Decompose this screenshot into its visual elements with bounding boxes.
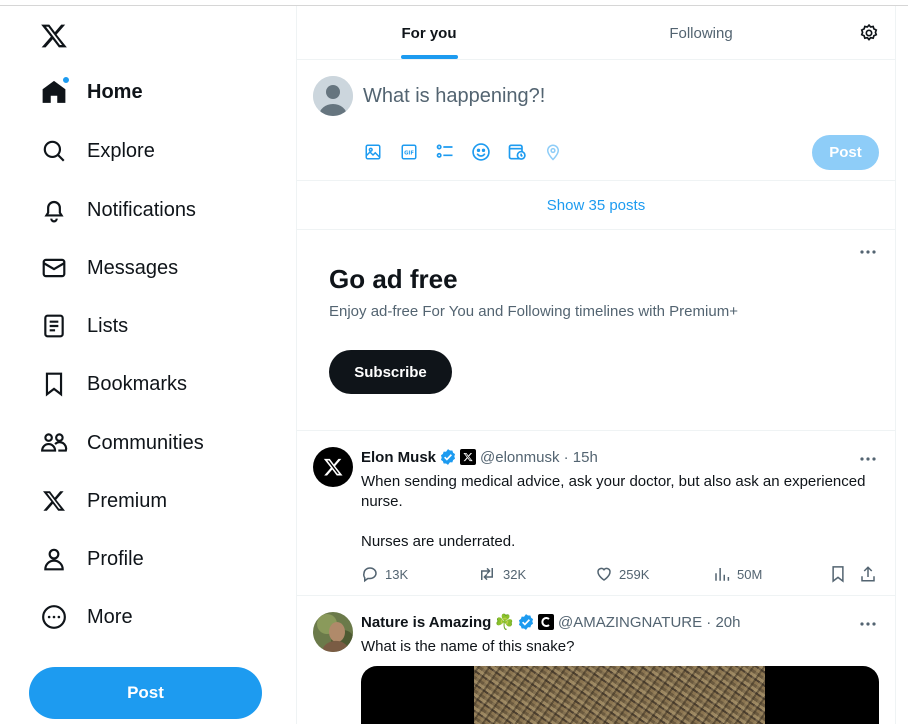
compose-input[interactable]: What is happening?! [363,85,545,108]
home-icon [40,76,70,106]
sidebar-item-label: Home [87,80,143,103]
schedule-icon[interactable] [507,142,527,162]
verified-badge-icon [517,613,535,631]
sidebar: Home Explore Notifications Messages List… [0,6,296,724]
affiliate-badge-icon [538,614,554,630]
gear-icon[interactable] [859,23,879,43]
timeline-tabs: For you Following [297,6,895,60]
list-icon [40,312,68,340]
avatar[interactable] [313,612,353,652]
bell-icon [40,196,68,224]
compose-toolbar: GIF [363,142,579,162]
tweet-header: Elon Musk @elonmusk · 15h [361,448,598,466]
more-options-icon[interactable] [859,242,877,260]
author-handle: @elonmusk · 15h [480,448,598,466]
tab-following[interactable]: Following [561,6,841,60]
compose-post-button[interactable]: Post [812,135,879,170]
gif-icon[interactable]: GIF [399,142,419,162]
repost-count: 32K [503,566,527,582]
tweet-video[interactable] [361,666,879,724]
sidebar-item-messages[interactable]: Messages [40,248,178,288]
snake-image [474,666,765,724]
sidebar-item-lists[interactable]: Lists [40,306,128,346]
view-count: 50M [737,566,763,582]
people-icon [40,429,68,457]
shamrock-emoji: ☘️ [495,614,514,631]
timeline: For you Following What is happening?! GI… [296,6,896,724]
tweet-header: Nature is Amazing ☘️ @AMAZINGNATURE · 20… [361,613,741,632]
sidebar-item-communities[interactable]: Communities [40,423,204,463]
sidebar-item-label: Messages [87,256,179,279]
sidebar-item-more[interactable]: More [40,597,133,637]
tweet-text-line: When sending medical advice, ask your do… [361,473,866,490]
more-options-icon[interactable] [859,449,877,467]
avatar[interactable] [313,447,353,487]
bookmark-icon [832,566,844,583]
sidebar-item-label: Notifications [87,198,196,221]
repost-button[interactable]: 32K [477,565,526,583]
sidebar-item-label: Bookmarks [87,372,188,395]
premium-ad-card: Go ad free Enjoy ad-free For You and Fol… [297,230,895,431]
bookmark-icon [40,370,68,398]
repost-icon [481,567,493,581]
post-button[interactable]: Post [29,667,262,719]
tweet[interactable]: Elon Musk @elonmusk · 15h When sending m… [297,431,895,596]
svg-text:GIF: GIF [404,151,414,157]
sidebar-item-bookmarks[interactable]: Bookmarks [40,364,187,404]
tweet-text-line: nurse. [361,493,403,510]
author-handle: @AMAZINGNATURE · 20h [558,613,741,631]
tweet[interactable]: Nature is Amazing ☘️ @AMAZINGNATURE · 20… [297,596,895,724]
affiliate-badge-icon [460,449,477,465]
sidebar-item-home[interactable]: Home [40,72,143,112]
compose-box: What is happening?! GIF Post [297,61,895,181]
location-icon[interactable] [543,142,563,162]
sidebar-item-notifications[interactable]: Notifications [40,190,196,230]
share-icon [861,566,875,582]
more-options-icon[interactable] [859,614,877,632]
sidebar-item-label: More [87,605,133,628]
sidebar-item-label: Premium [87,489,168,512]
sidebar-item-profile[interactable]: Profile [40,539,144,579]
sidebar-item-label: Explore [87,139,155,162]
sidebar-item-label: Communities [87,431,204,454]
x-logo-icon[interactable] [40,22,70,52]
views-icon [715,568,730,581]
tweet-text: When sending medical advice, ask your do… [361,472,881,552]
like-button[interactable]: 259K [595,565,649,583]
reply-count: 13K [385,566,409,582]
heart-icon [597,567,611,581]
notification-dot [62,76,70,84]
reply-icon [363,567,377,583]
tweet-text: What is the name of this snake? [361,638,575,655]
sidebar-item-premium[interactable]: Premium [40,481,167,521]
active-tab-indicator [401,55,458,59]
x-logo-icon [40,487,68,515]
envelope-icon [40,254,68,282]
show-new-posts-link[interactable]: Show 35 posts [297,181,895,230]
ad-subtitle: Enjoy ad-free For You and Following time… [329,303,738,320]
like-count: 259K [619,566,650,582]
subscribe-button[interactable]: Subscribe [329,350,452,394]
reply-button[interactable]: 13K [361,565,408,583]
emoji-icon[interactable] [471,142,491,162]
ad-title: Go ad free [329,264,458,294]
avatar[interactable] [313,76,353,116]
author-name[interactable]: Nature is Amazing [361,614,491,631]
image-icon[interactable] [363,142,383,162]
author-name[interactable]: Elon Musk [361,449,436,466]
tweet-text-line: Nurses are underrated. [361,533,516,550]
sidebar-item-explore[interactable]: Explore [40,131,155,171]
poll-icon[interactable] [435,142,455,162]
user-icon [40,545,68,573]
tab-for-you[interactable]: For you [297,6,561,60]
sidebar-item-label: Lists [87,314,129,337]
share-button[interactable] [859,565,883,583]
more-circle-icon [40,603,68,631]
search-icon [40,137,68,165]
bookmark-button[interactable] [829,565,853,583]
sidebar-item-label: Profile [87,547,144,570]
tweet-actions: 13K 32K 259K 50M [361,565,881,585]
views-button[interactable]: 50M [713,565,762,583]
verified-badge-icon [439,448,457,466]
